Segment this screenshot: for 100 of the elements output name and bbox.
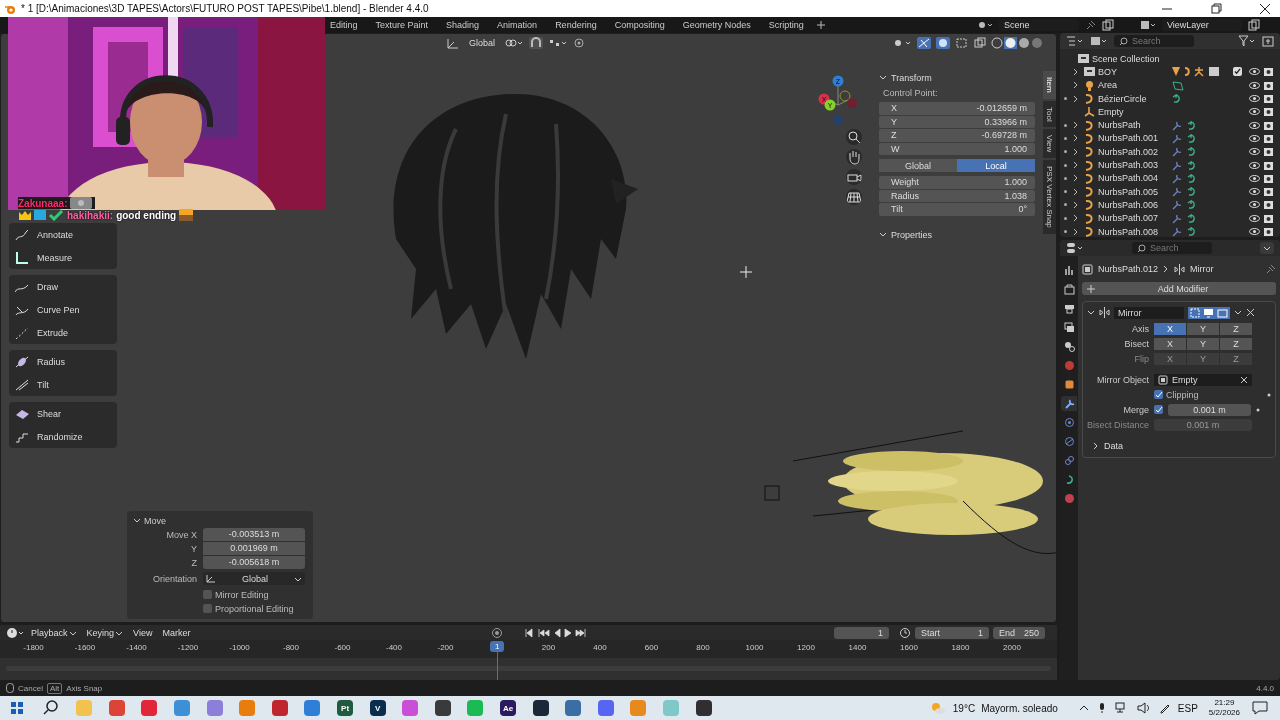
workspace-tab[interactable]: Compositing [608, 18, 671, 32]
chevron-down-icon[interactable] [879, 230, 887, 239]
outliner-row[interactable]: NurbsPath.005 [1060, 184, 1280, 199]
eye-icon[interactable] [1249, 199, 1260, 211]
edit-mode-dot-icon[interactable] [1063, 97, 1067, 101]
space-toggle[interactable]: Global [879, 159, 957, 172]
checkbox[interactable]: Mirror Editing [203, 589, 269, 600]
display-mode-icon[interactable] [1090, 35, 1108, 47]
pin-icon[interactable] [1085, 19, 1096, 31]
outliner-row[interactable]: NurbsPath.007 [1060, 211, 1280, 225]
hand-icon[interactable] [846, 149, 862, 165]
wrench-icon[interactable] [1171, 172, 1183, 184]
close-icon[interactable] [1246, 308, 1255, 317]
camera-icon[interactable] [1263, 186, 1274, 198]
number-field[interactable]: Weight 1.000 [879, 176, 1035, 189]
add-icon[interactable] [815, 20, 826, 30]
axis-toggle[interactable]: Z [1220, 337, 1252, 350]
tool-button[interactable]: Shear [9, 402, 117, 425]
language-indicator[interactable]: ESP [1177, 702, 1198, 714]
notifications-icon[interactable] [1252, 701, 1268, 715]
playhead[interactable]: 1 [490, 641, 505, 653]
outliner-row[interactable]: BézierCircle [1060, 91, 1280, 106]
chevron-down-icon[interactable] [1087, 308, 1095, 317]
outliner-row[interactable]: NurbsPath.002 [1060, 145, 1280, 159]
camera-icon[interactable] [1263, 159, 1274, 171]
axis-toggle[interactable]: Y [1187, 322, 1219, 335]
sidebar-tab[interactable]: Item [1043, 71, 1056, 99]
eye-icon[interactable] [1249, 79, 1260, 91]
tool-button[interactable]: Draw [9, 275, 117, 298]
curve-data-icon[interactable] [1171, 93, 1183, 105]
chevron-down-icon[interactable] [879, 74, 887, 82]
eye-icon[interactable] [1249, 106, 1260, 118]
name-field[interactable]: Mirror [1114, 306, 1184, 319]
checkbox[interactable] [1154, 405, 1163, 414]
tool-button[interactable]: Tilt [9, 373, 117, 396]
list-icon[interactable] [1066, 35, 1084, 47]
add-modifier-button[interactable]: Add Modifier [1082, 282, 1276, 295]
camera-icon[interactable] [1263, 106, 1274, 118]
chevron-right-icon[interactable] [1093, 441, 1099, 450]
gizmo-toggle-icon[interactable] [917, 36, 931, 49]
search-field[interactable]: Search [1132, 242, 1212, 254]
keyframe-dot-icon[interactable] [1256, 407, 1260, 412]
layers-icon[interactable] [1140, 19, 1156, 31]
number-field[interactable]: Tilt 0° [879, 203, 1035, 216]
outliner-row[interactable]: NurbsPath.004 [1060, 171, 1280, 185]
eye-icon[interactable] [1249, 186, 1260, 198]
number-field[interactable]: Z -0.69728 m [879, 129, 1035, 142]
wrench-icon[interactable] [1171, 212, 1183, 224]
orientation-dropdown[interactable]: Global [465, 36, 499, 49]
outliner-row[interactable]: NurbsPath.003 [1060, 158, 1280, 172]
wrench-icon[interactable] [1171, 132, 1183, 144]
properties-tab[interactable] [1061, 282, 1077, 297]
filter-icon[interactable] [1238, 35, 1256, 47]
number-field[interactable]: Y 0.33966 m [879, 115, 1035, 128]
workspace-tab[interactable]: Animation [491, 18, 544, 32]
space-toggle[interactable]: Local [957, 159, 1035, 172]
search-field[interactable]: Search [1114, 35, 1194, 47]
clear-icon[interactable] [1240, 375, 1248, 384]
new-collection-icon[interactable] [1262, 35, 1274, 47]
wrench-tab[interactable] [1061, 396, 1077, 411]
tool-button[interactable]: Measure [9, 246, 117, 269]
light-data-icon[interactable] [1171, 79, 1185, 91]
camera-icon[interactable] [1263, 79, 1274, 91]
wrench-icon[interactable] [1171, 146, 1183, 158]
display-toggles-icon[interactable] [1188, 306, 1230, 319]
camera-icon[interactable] [1263, 66, 1274, 78]
workspace-tab[interactable]: Editing [324, 18, 364, 32]
edit-mode-dot-icon[interactable] [1063, 190, 1067, 194]
camera-icon[interactable] [1263, 132, 1274, 144]
camera-icon[interactable] [1263, 199, 1274, 211]
snap-icon[interactable] [529, 36, 543, 49]
scene-icon[interactable] [977, 19, 993, 31]
tool-button[interactable]: Radius [9, 350, 117, 373]
edit-mode-dot-icon[interactable] [1063, 163, 1067, 167]
curve-data-icon[interactable] [1186, 159, 1198, 171]
camera-icon[interactable] [1263, 119, 1274, 131]
camera-icon[interactable] [1263, 172, 1274, 184]
tool-button[interactable]: Randomize [9, 425, 117, 448]
axis-ball[interactable] [839, 90, 851, 102]
wrench-icon[interactable] [1171, 119, 1183, 131]
wrench-icon[interactable] [1171, 199, 1183, 211]
grid-icon[interactable] [846, 189, 862, 205]
camera-icon[interactable] [1263, 226, 1274, 237]
copy-icon[interactable] [1102, 19, 1114, 31]
eye-icon[interactable] [1249, 159, 1260, 171]
keyframe-dot-icon[interactable] [1267, 392, 1271, 397]
outliner-row[interactable]: NurbsPath.008 [1060, 224, 1280, 237]
axis-toggle[interactable]: X [1154, 322, 1186, 335]
edit-mode-dot-icon[interactable] [1063, 216, 1067, 220]
tool-button[interactable]: Extrude [9, 321, 117, 344]
camera-icon[interactable] [1263, 93, 1274, 105]
orientation-dropdown[interactable]: Global [203, 572, 305, 585]
outliner-row[interactable]: BOY [1060, 65, 1280, 79]
curve-data-icon[interactable] [1186, 186, 1198, 198]
menu-item[interactable]: View [130, 627, 156, 638]
panel-title[interactable]: Move [144, 515, 166, 526]
edit-mode-dot-icon[interactable] [1063, 203, 1067, 207]
proportional-icon[interactable] [573, 36, 585, 49]
view-layer-field[interactable]: ViewLayer [1162, 19, 1242, 31]
outliner-row[interactable]: NurbsPath.006 [1060, 198, 1280, 212]
